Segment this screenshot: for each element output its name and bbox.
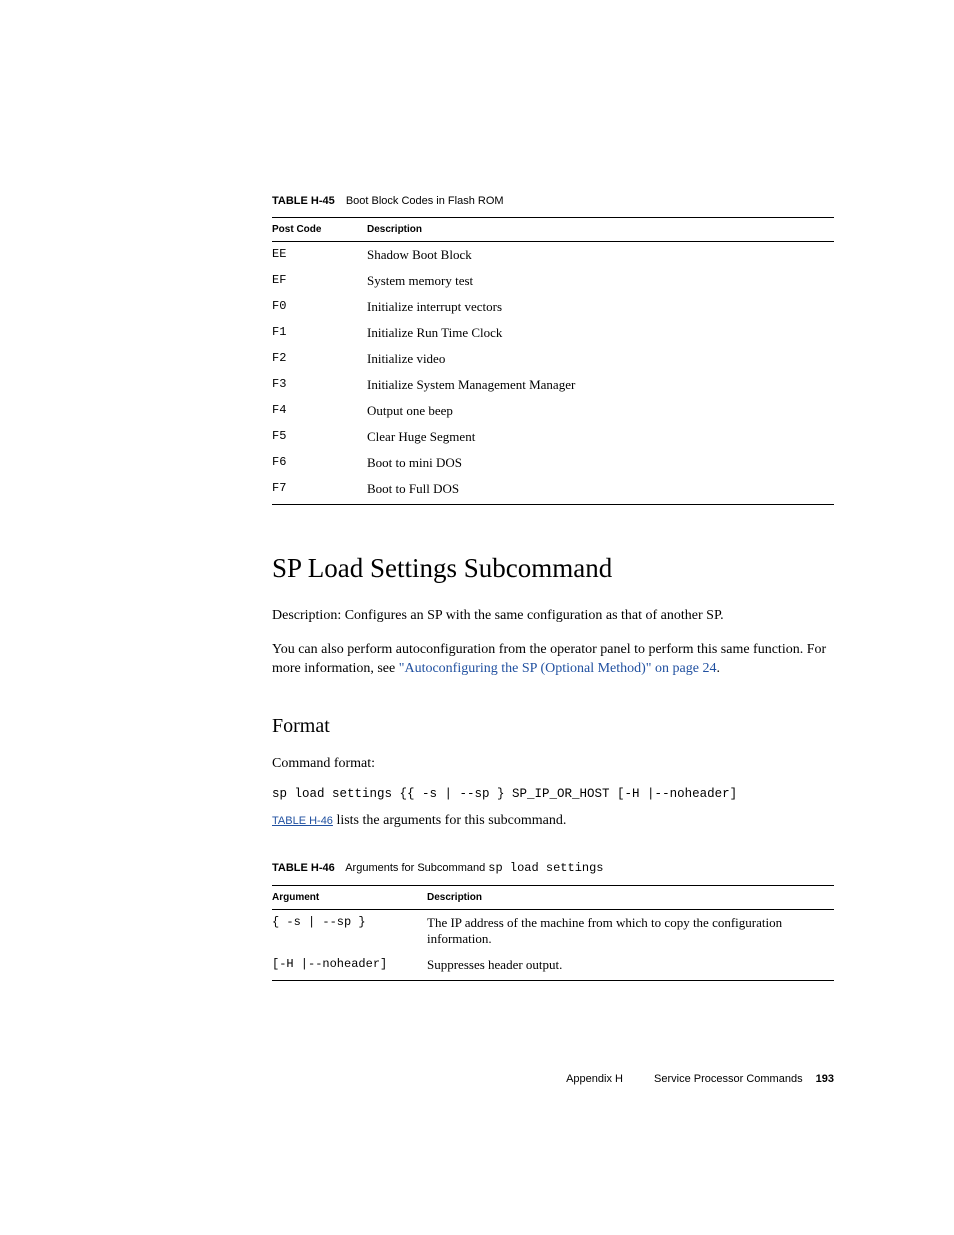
table-h46-link[interactable]: TABLE H-46	[272, 815, 333, 827]
section-heading: SP Load Settings Subcommand	[272, 553, 834, 584]
table-row: F6Boot to mini DOS	[272, 450, 834, 476]
table-row: F3Initialize System Management Manager	[272, 372, 834, 398]
table-row: EFSystem memory test	[272, 268, 834, 294]
table-row: F7Boot to Full DOS	[272, 476, 834, 505]
th-description: Description	[427, 885, 834, 909]
page-footer: Appendix H Service Processor Commands 19…	[566, 1073, 834, 1085]
cell-desc: Suppresses header output.	[427, 952, 834, 981]
table-row: F0Initialize interrupt vectors	[272, 294, 834, 320]
table-title-mono: sp load settings	[488, 861, 603, 875]
th-argument: Argument	[272, 885, 427, 909]
table-h46: Argument Description { -s | --sp }The IP…	[272, 885, 834, 981]
cell-arg: [-H |--noheader]	[272, 952, 427, 981]
cell-code: F3	[272, 372, 367, 398]
info-paragraph: You can also perform autoconfiguration f…	[272, 640, 834, 679]
cell-code: EF	[272, 268, 367, 294]
cell-code: F1	[272, 320, 367, 346]
cell-code: F4	[272, 398, 367, 424]
autoconfig-link[interactable]: "Autoconfiguring the SP (Optional Method…	[399, 661, 717, 676]
table-row: { -s | --sp }The IP address of the machi…	[272, 909, 834, 952]
table-row: F2Initialize video	[272, 346, 834, 372]
table-label: TABLE H-46	[272, 862, 335, 874]
page-number: 193	[816, 1073, 834, 1085]
footer-appendix: Appendix H	[566, 1073, 623, 1085]
reference-text: lists the arguments for this subcommand.	[333, 813, 566, 828]
cell-desc: System memory test	[367, 268, 834, 294]
th-post-code: Post Code	[272, 218, 367, 242]
cell-desc: The IP address of the machine from which…	[427, 909, 834, 952]
cell-code: F7	[272, 476, 367, 505]
description-paragraph: Description: Configures an SP with the s…	[272, 606, 834, 626]
cell-code: F2	[272, 346, 367, 372]
cell-desc: Boot to mini DOS	[367, 450, 834, 476]
table-row: F4Output one beep	[272, 398, 834, 424]
table-row: [-H |--noheader]Suppresses header output…	[272, 952, 834, 981]
table-row: F1Initialize Run Time Clock	[272, 320, 834, 346]
cell-desc: Shadow Boot Block	[367, 242, 834, 269]
table-reference: TABLE H-46 lists the arguments for this …	[272, 811, 834, 831]
table-title: Boot Block Codes in Flash ROM	[346, 195, 504, 207]
table-title: Arguments for Subcommand	[345, 862, 488, 874]
table-row: EEShadow Boot Block	[272, 242, 834, 269]
cell-desc: Boot to Full DOS	[367, 476, 834, 505]
paragraph-text: .	[716, 661, 720, 676]
format-intro: Command format:	[272, 754, 834, 774]
cell-desc: Output one beep	[367, 398, 834, 424]
table-h45-caption: TABLE H-45 Boot Block Codes in Flash ROM	[272, 195, 834, 207]
table-h46-caption: TABLE H-46 Arguments for Subcommand sp l…	[272, 861, 834, 875]
table-label: TABLE H-45	[272, 195, 335, 207]
format-heading: Format	[272, 715, 834, 738]
cell-code: F0	[272, 294, 367, 320]
command-syntax: sp load settings {{ -s | --sp } SP_IP_OR…	[272, 787, 834, 801]
table-h45: Post Code Description EEShadow Boot Bloc…	[272, 217, 834, 505]
cell-desc: Initialize interrupt vectors	[367, 294, 834, 320]
cell-code: EE	[272, 242, 367, 269]
cell-desc: Initialize Run Time Clock	[367, 320, 834, 346]
footer-title: Service Processor Commands	[654, 1073, 803, 1085]
cell-arg: { -s | --sp }	[272, 909, 427, 952]
cell-code: F5	[272, 424, 367, 450]
cell-desc: Clear Huge Segment	[367, 424, 834, 450]
cell-desc: Initialize video	[367, 346, 834, 372]
th-description: Description	[367, 218, 834, 242]
table-row: F5Clear Huge Segment	[272, 424, 834, 450]
cell-desc: Initialize System Management Manager	[367, 372, 834, 398]
cell-code: F6	[272, 450, 367, 476]
